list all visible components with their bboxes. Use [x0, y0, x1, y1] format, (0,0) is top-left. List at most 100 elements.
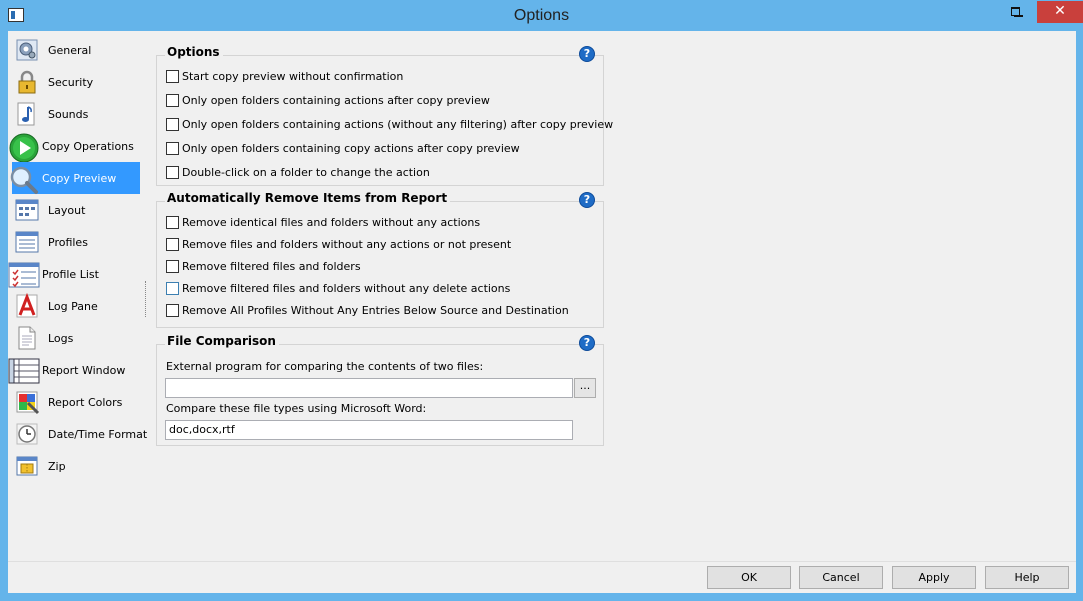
sidebar-item-general[interactable]: General — [12, 34, 140, 66]
sidebar-item-zip[interactable]: Zip — [12, 450, 140, 482]
checkbox-box[interactable] — [166, 281, 179, 295]
checkbox-label: Start copy preview without confirmation — [182, 69, 404, 83]
checkbox-remove-identical[interactable]: Remove identical files and folders witho… — [166, 214, 480, 230]
lock-icon — [14, 69, 40, 95]
document-icon — [14, 325, 40, 351]
maximize-button[interactable] — [1001, 1, 1029, 23]
sidebar-item-label: Zip — [48, 459, 66, 473]
profile-list-icon — [8, 261, 40, 288]
checkbox-box[interactable] — [166, 165, 179, 179]
sidebar-item-profiles[interactable]: Profiles — [12, 226, 140, 258]
clock-icon — [14, 421, 40, 447]
checkbox-double-click-folder[interactable]: Double-click on a folder to change the a… — [166, 164, 430, 180]
sidebar-item-label: Security — [48, 75, 94, 89]
sidebar-item-logs[interactable]: Logs — [12, 322, 140, 354]
checkbox-box[interactable] — [166, 237, 179, 251]
checkbox-label: Remove identical files and folders witho… — [182, 215, 481, 229]
report-window-icon — [8, 357, 40, 384]
sidebar-splitter[interactable] — [144, 31, 150, 561]
sidebar-item-report-colors[interactable]: Report Colors — [12, 386, 140, 418]
checkbox-label: Remove All Profiles Without Any Entries … — [182, 303, 569, 317]
checkbox-label: Only open folders containing actions aft… — [182, 93, 490, 107]
zip-icon — [14, 453, 40, 479]
sidebar-item-label: Logs — [48, 331, 74, 345]
sidebar-item-label: Copy Preview — [42, 171, 117, 185]
checkbox-box[interactable] — [166, 93, 179, 107]
gear-icon — [14, 37, 40, 63]
dialog-client: General Security Sounds Copy Operations … — [8, 31, 1076, 593]
file-comparison-group: File Comparison ? External program for c… — [156, 334, 604, 446]
sidebar-item-profile-list[interactable]: Profile List — [8, 258, 140, 290]
sidebar-item-security[interactable]: Security — [12, 66, 140, 98]
dialog-button-bar: OK Cancel Apply Help — [8, 561, 1076, 593]
checkbox-start-copy-preview[interactable]: Start copy preview without confirmation — [166, 68, 403, 84]
close-button[interactable]: ✕ — [1037, 1, 1083, 23]
external-program-input[interactable] — [165, 378, 573, 398]
checkbox-remove-no-actions[interactable]: Remove files and folders without any act… — [166, 236, 511, 252]
window-title: Options — [513, 7, 570, 24]
magnifier-icon — [8, 165, 40, 194]
sidebar-item-log-pane[interactable]: Log Pane — [12, 290, 140, 322]
sidebar-item-label: Layout — [48, 203, 86, 217]
checkbox-label: Remove filtered files and folders — [182, 259, 361, 273]
music-note-icon — [14, 101, 40, 127]
sidebar-item-copy-preview[interactable]: Copy Preview — [10, 162, 140, 194]
help-icon[interactable]: ? — [579, 192, 595, 208]
external-program-label: External program for comparing the conte… — [166, 360, 484, 373]
sidebar-item-label: Profiles — [48, 235, 88, 249]
category-sidebar: General Security Sounds Copy Operations … — [8, 31, 147, 561]
file-comparison-group-title: File Comparison — [165, 334, 279, 348]
options-group-title: Options — [165, 45, 223, 59]
remove-items-group: Automatically Remove Items from Report ?… — [156, 191, 604, 328]
help-button[interactable]: Help — [985, 566, 1069, 589]
sidebar-item-layout[interactable]: Layout — [12, 194, 140, 226]
checkbox-remove-empty-profiles[interactable]: Remove All Profiles Without Any Entries … — [166, 302, 569, 318]
sidebar-item-report-window[interactable]: Report Window — [8, 354, 140, 386]
ok-button[interactable]: OK — [707, 566, 791, 589]
options-group: Options ? Start copy preview without con… — [156, 45, 613, 186]
sidebar-item-label: Sounds — [48, 107, 89, 121]
word-file-types-label: Compare these file types using Microsoft… — [166, 402, 427, 415]
title-bar[interactable]: Options ✕ — [0, 0, 1083, 31]
sidebar-item-label: Report Colors — [48, 395, 123, 409]
profiles-icon — [14, 229, 40, 255]
checkbox-open-folders-copy-actions[interactable]: Only open folders containing copy action… — [166, 140, 520, 156]
checkbox-label: Remove filtered files and folders withou… — [182, 281, 511, 295]
sidebar-item-copy-operations[interactable]: Copy Operations — [9, 130, 140, 163]
checkbox-box[interactable] — [166, 69, 179, 83]
word-file-types-input[interactable]: doc,docx,rtf — [165, 420, 573, 440]
checkbox-box[interactable] — [166, 215, 179, 229]
options-window: Options ✕ General Security Sounds Copy O… — [0, 0, 1083, 601]
sidebar-item-label: General — [48, 43, 92, 57]
sidebar-item-label: Copy Operations — [42, 139, 134, 153]
browse-button[interactable]: ... — [574, 378, 596, 398]
checkbox-open-folders-actions[interactable]: Only open folders containing actions aft… — [166, 92, 490, 108]
cancel-button[interactable]: Cancel — [799, 566, 883, 589]
sidebar-item-label: Report Window — [42, 363, 126, 377]
maximize-icon — [1010, 7, 1020, 16]
help-icon[interactable]: ? — [579, 46, 595, 62]
checkbox-label: Only open folders containing copy action… — [182, 141, 520, 155]
layout-icon — [14, 197, 40, 223]
checkbox-label: Only open folders containing actions (wi… — [182, 117, 614, 131]
checkbox-remove-filtered-no-delete[interactable]: Remove filtered files and folders withou… — [166, 280, 510, 296]
apply-button[interactable]: Apply — [892, 566, 976, 589]
colors-icon — [14, 389, 40, 415]
sidebar-item-label: Log Pane — [48, 299, 98, 313]
checkbox-remove-filtered[interactable]: Remove filtered files and folders — [166, 258, 361, 274]
sidebar-item-date-time-format[interactable]: Date/Time Format — [12, 418, 147, 450]
help-icon[interactable]: ? — [579, 335, 595, 351]
font-a-icon — [14, 292, 40, 319]
checkbox-box[interactable] — [166, 117, 179, 131]
checkbox-label: Remove files and folders without any act… — [182, 237, 512, 251]
checkbox-box[interactable] — [166, 303, 179, 317]
checkbox-box[interactable] — [166, 259, 179, 273]
checkbox-box[interactable] — [166, 141, 179, 155]
sidebar-item-sounds[interactable]: Sounds — [12, 98, 140, 130]
checkbox-open-folders-no-filter[interactable]: Only open folders containing actions (wi… — [166, 116, 613, 132]
sidebar-item-label: Profile List — [42, 267, 99, 281]
close-icon: ✕ — [1054, 3, 1066, 19]
play-icon — [8, 133, 40, 163]
sidebar-item-label: Date/Time Format — [48, 427, 148, 441]
remove-items-group-title: Automatically Remove Items from Report — [165, 191, 451, 205]
